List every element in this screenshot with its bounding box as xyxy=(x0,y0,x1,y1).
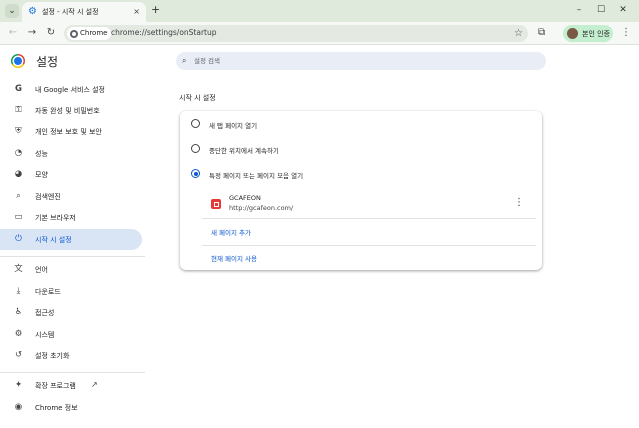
tab-settings[interactable]: ⚙ 설정 - 시작 시 설정 × xyxy=(22,2,146,22)
sidebar-item-label: 내 Google 서비스 설정 xyxy=(35,86,105,94)
external-link-icon: ↗ xyxy=(91,380,98,389)
sidebar-item-label: 검색엔진 xyxy=(35,193,61,201)
radio-button[interactable] xyxy=(191,169,200,178)
sidebar-item-label: 접근성 xyxy=(35,309,55,317)
site-name: GCAFEON xyxy=(229,194,261,202)
sidebar-item-google-services[interactable]: G 내 Google 서비스 설정 xyxy=(0,79,142,100)
extensions-icon[interactable]: ⧉ xyxy=(538,26,545,40)
radio-specific-pages[interactable]: 특정 페이지 또는 페이지 모음 열기 xyxy=(180,163,542,185)
palette-icon: ◕ xyxy=(14,169,23,179)
sidebar-item-extensions[interactable]: ✦ 확장 프로그램 ↗ xyxy=(0,375,142,396)
sidebar-item-downloads[interactable]: ⤓ 다운로드 xyxy=(0,281,142,302)
sidebar-item-label: 다운로드 xyxy=(35,288,61,296)
close-window-button[interactable]: ✕ xyxy=(613,3,633,17)
sidebar-item-accessibility[interactable]: ♿ 접근성 xyxy=(0,302,142,323)
shield-icon: ⛨ xyxy=(15,126,22,136)
radio-new-tab[interactable]: 새 탭 페이지 열기 xyxy=(180,113,542,135)
toolbar: ← → ↻ Chrome chrome://settings/onStartup… xyxy=(0,22,639,45)
google-icon: G xyxy=(15,84,22,94)
profile-button[interactable]: 본인 인증 xyxy=(563,25,613,42)
sidebar-item-default-browser[interactable]: ▭ 기본 브라우저 xyxy=(0,207,142,228)
bookmark-star-icon[interactable]: ☆ xyxy=(514,27,523,40)
tab-title: 설정 - 시작 시 설정 xyxy=(42,8,99,16)
sidebar-item-about-chrome[interactable]: ◉ Chrome 정보 xyxy=(0,397,142,418)
gear-icon: ⚙ xyxy=(28,6,37,17)
sidebar-item-label: 기본 브라우저 xyxy=(35,214,76,222)
page-title: 설정 xyxy=(36,55,59,69)
radio-button[interactable] xyxy=(191,144,200,153)
search-bar[interactable]: ⌕ xyxy=(176,52,546,70)
power-icon: ⏻ xyxy=(15,234,22,244)
radio-label: 특정 페이지 또는 페이지 모음 열기 xyxy=(209,172,304,180)
site-info-chip[interactable]: Chrome xyxy=(67,27,112,40)
browser-window-icon: ▭ xyxy=(14,212,23,222)
startup-page-row: GCAFEON http://gcafeon.com/ ⋮ xyxy=(202,191,536,219)
site-info-label: Chrome xyxy=(80,29,108,37)
radio-label: 새 탭 페이지 열기 xyxy=(209,122,258,130)
radio-button[interactable] xyxy=(191,119,200,128)
sidebar-item-label: 자동 완성 및 비밀번호 xyxy=(35,107,100,115)
tab-strip: ⌄ ⚙ 설정 - 시작 시 설정 × + – ☐ ✕ xyxy=(0,0,639,22)
search-icon: ⌕ xyxy=(16,191,21,201)
search-input[interactable] xyxy=(194,54,534,68)
sidebar-item-on-startup[interactable]: ⏻ 시작 시 설정 xyxy=(0,229,142,250)
profile-label: 본인 인증 xyxy=(582,30,610,38)
sidebar-item-appearance[interactable]: ◕ 모양 xyxy=(0,164,142,185)
sidebar-divider xyxy=(0,256,145,257)
back-button[interactable]: ← xyxy=(6,26,20,40)
reset-icon: ↺ xyxy=(14,350,23,360)
speedometer-icon: ◔ xyxy=(14,148,23,158)
tab-close-button[interactable]: × xyxy=(133,6,140,17)
section-title: 시작 시 설정 xyxy=(179,94,216,102)
sidebar-item-label: 성능 xyxy=(35,150,48,158)
translate-icon: 文 xyxy=(14,264,23,274)
sidebar-item-label: 개인 정보 보호 및 보안 xyxy=(35,128,102,136)
address-bar[interactable]: Chrome chrome://settings/onStartup ☆ xyxy=(64,25,528,42)
use-current-pages-link[interactable]: 현재 페이지 사용 xyxy=(211,253,257,263)
sidebar-item-system[interactable]: ⚙ 시스템 xyxy=(0,324,142,345)
maximize-button[interactable]: ☐ xyxy=(591,3,611,17)
sidebar-item-label: 확장 프로그램 xyxy=(35,382,76,390)
sidebar-item-privacy[interactable]: ⛨ 개인 정보 보호 및 보안 xyxy=(0,121,142,142)
radio-continue[interactable]: 중단한 위치에서 계속하기 xyxy=(180,138,542,160)
sidebar-item-label: 언어 xyxy=(35,266,48,274)
url-text[interactable]: chrome://settings/onStartup xyxy=(111,28,217,37)
sidebar-item-performance[interactable]: ◔ 성능 xyxy=(0,143,142,164)
download-icon: ⤓ xyxy=(16,286,21,296)
divider xyxy=(202,245,536,246)
sidebar-item-label: 모양 xyxy=(35,171,48,179)
site-favicon-icon xyxy=(211,199,221,209)
chevron-down-icon[interactable]: ⌄ xyxy=(5,4,19,18)
forward-button[interactable]: → xyxy=(25,26,39,40)
chrome-icon xyxy=(70,29,78,38)
more-actions-icon[interactable]: ⋮ xyxy=(514,197,524,209)
sidebar-item-languages[interactable]: 文 언어 xyxy=(0,259,142,280)
sidebar-item-reset[interactable]: ↺ 설정 초기화 xyxy=(0,345,142,366)
startup-card: 새 탭 페이지 열기 중단한 위치에서 계속하기 특정 페이지 또는 페이지 모… xyxy=(180,111,542,270)
sidebar-item-label: 시작 시 설정 xyxy=(35,236,72,244)
new-tab-button[interactable]: + xyxy=(151,3,160,17)
accessibility-icon: ♿ xyxy=(14,307,23,317)
sidebar-item-autofill[interactable]: ⚿ 자동 완성 및 비밀번호 xyxy=(0,100,142,121)
sidebar-item-label: 설정 초기화 xyxy=(35,352,70,360)
site-url: http://gcafeon.com/ xyxy=(229,204,294,212)
avatar xyxy=(567,28,578,39)
chrome-icon: ◉ xyxy=(14,402,23,412)
more-menu-icon[interactable]: ⋮ xyxy=(621,26,631,40)
sidebar-item-label: 시스템 xyxy=(35,331,55,339)
key-icon: ⚿ xyxy=(15,105,22,115)
sidebar-item-label: Chrome 정보 xyxy=(35,404,78,412)
puzzle-icon: ✦ xyxy=(14,380,23,390)
reload-button[interactable]: ↻ xyxy=(44,26,58,40)
sidebar-item-search-engine[interactable]: ⌕ 검색엔진 xyxy=(0,186,142,207)
chrome-logo xyxy=(11,54,25,68)
search-icon: ⌕ xyxy=(182,56,187,65)
minimize-button[interactable]: – xyxy=(569,3,589,17)
sidebar-divider xyxy=(0,372,145,373)
radio-label: 중단한 위치에서 계속하기 xyxy=(209,147,279,155)
wrench-icon: ⚙ xyxy=(14,329,23,339)
add-page-link[interactable]: 새 페이지 추가 xyxy=(211,227,251,237)
